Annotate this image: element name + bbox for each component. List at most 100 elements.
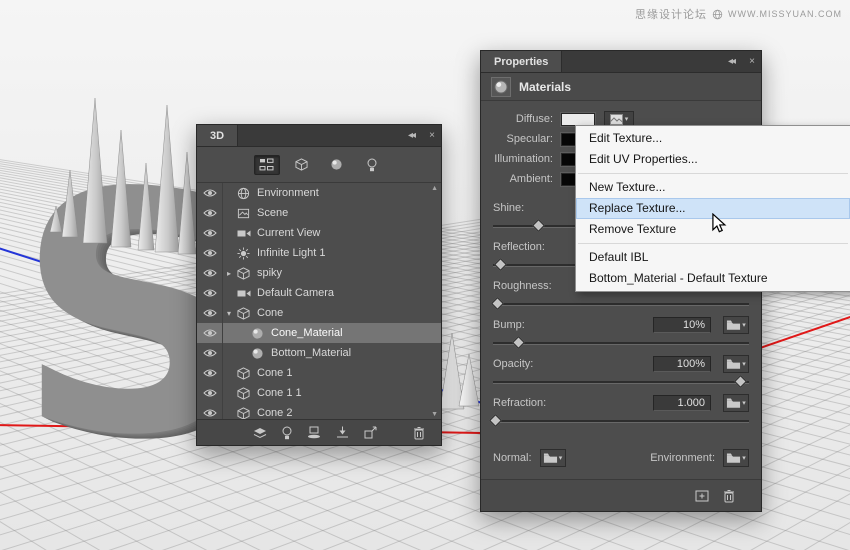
environment-texture-button[interactable]: ▾ xyxy=(723,449,749,467)
ground-shadow-icon[interactable] xyxy=(307,426,321,439)
visibility-eye-icon[interactable] xyxy=(197,183,223,203)
delete-icon[interactable] xyxy=(723,489,735,503)
3d-filter-bar xyxy=(197,147,441,183)
visibility-eye-icon[interactable] xyxy=(197,243,223,263)
slider-thumb[interactable] xyxy=(511,336,525,349)
merge-down-icon[interactable] xyxy=(336,426,349,439)
visibility-eye-icon[interactable] xyxy=(197,283,223,303)
slider-track[interactable] xyxy=(493,375,749,388)
3d-panel-tabstrip: 3D ◂◂ × xyxy=(197,125,441,147)
lights-filter-icon[interactable] xyxy=(359,155,385,175)
menu-item-new-texture[interactable]: New Texture... xyxy=(576,177,850,198)
materials-filter-icon[interactable] xyxy=(324,155,350,175)
slider-label: Roughness: xyxy=(493,280,552,292)
watermark-url: WWW.MISSYUAN.COM xyxy=(728,9,842,19)
value-field[interactable]: 10% xyxy=(653,317,711,333)
visibility-eye-icon[interactable] xyxy=(197,203,223,223)
mesh-icon xyxy=(235,366,252,380)
visibility-eye-icon[interactable] xyxy=(197,363,223,383)
slider-thumb[interactable] xyxy=(532,219,545,232)
close-panel-icon[interactable]: × xyxy=(421,125,441,146)
tab-properties[interactable]: Properties xyxy=(481,51,563,72)
color-swatch[interactable] xyxy=(561,112,595,126)
meshes-filter-icon[interactable] xyxy=(289,155,315,175)
layer-label: Cone_Material xyxy=(271,327,343,339)
close-panel-icon[interactable]: × xyxy=(741,51,761,72)
caret-down-icon: ▾ xyxy=(558,455,563,462)
stack-icon[interactable] xyxy=(253,427,267,439)
new-material-icon[interactable] xyxy=(695,490,709,502)
visibility-eye-icon[interactable] xyxy=(197,263,223,283)
lightbulb-icon[interactable] xyxy=(282,426,292,440)
3d-layer-row-current-view[interactable]: Current View xyxy=(197,223,441,243)
3d-layer-row-infinite-light-1[interactable]: Infinite Light 1 xyxy=(197,243,441,263)
environment-label: Environment: xyxy=(650,452,715,464)
slider-track[interactable] xyxy=(493,336,749,349)
3d-layer-row-environment[interactable]: Environment xyxy=(197,183,441,203)
3d-panel-footer xyxy=(197,419,441,445)
3d-panel: 3D ◂◂ × ▲ ▼ Environment Scene Current View… xyxy=(196,124,442,446)
properties-header: Materials xyxy=(481,73,761,101)
texture-folder-button[interactable]: ▾ xyxy=(723,394,749,412)
3d-layer-list: ▲ ▼ Environment Scene Current View Infinite… xyxy=(197,183,441,421)
scale-icon[interactable] xyxy=(364,426,377,439)
properties-title: Materials xyxy=(519,79,572,94)
slider-thumb[interactable] xyxy=(734,375,748,388)
context-menu: Edit Texture... Edit UV Properties... New … xyxy=(575,125,850,292)
layer-label: Cone 2 xyxy=(257,407,293,419)
light-icon xyxy=(235,246,252,260)
collapse-panel-icon[interactable]: ◂◂ xyxy=(721,51,741,72)
slider-thumb[interactable] xyxy=(491,297,504,310)
visibility-eye-icon[interactable] xyxy=(197,223,223,243)
collapse-panel-icon[interactable]: ◂◂ xyxy=(401,125,421,146)
caret-down-icon: ▾ xyxy=(742,361,746,368)
visibility-eye-icon[interactable] xyxy=(197,303,223,323)
value-field[interactable]: 1.000 xyxy=(653,395,711,411)
disclosure-collapsed-icon[interactable]: ▸ xyxy=(223,269,235,278)
disclosure-expanded-icon[interactable]: ▾ xyxy=(223,309,235,318)
color-row-label: Ambient: xyxy=(509,173,553,185)
slider-row-refraction: Refraction: 1.000 ▾ xyxy=(488,394,749,427)
slider-track[interactable] xyxy=(491,297,749,310)
canvas-viewport[interactable]: S 思缘设计论坛 WWW.MISSYUAN.COM 3D ◂◂ × ▲ ▼ En… xyxy=(0,0,850,550)
3d-layer-row-spiky[interactable]: ▸ spiky xyxy=(197,263,441,283)
value-field[interactable]: 100% xyxy=(653,356,711,372)
3d-layer-row-cone-1-1[interactable]: Cone 1 1 xyxy=(197,383,441,403)
layer-label: spiky xyxy=(257,267,283,279)
3d-layer-row-cone-1[interactable]: Cone 1 xyxy=(197,363,441,383)
menu-item-default-ibl[interactable]: Default IBL xyxy=(576,247,850,268)
normal-texture-button[interactable]: ▾ xyxy=(539,449,566,467)
texture-folder-button[interactable]: ▾ xyxy=(723,355,749,373)
caret-down-icon: ▾ xyxy=(742,455,746,462)
properties-tabstrip: Properties ◂◂ × xyxy=(481,51,761,73)
menu-item-edit-uv-properties[interactable]: Edit UV Properties... xyxy=(576,149,850,170)
visibility-eye-icon[interactable] xyxy=(197,343,223,363)
3d-layer-row-cone[interactable]: ▾ Cone xyxy=(197,303,441,323)
tab-3d[interactable]: 3D xyxy=(197,125,239,146)
slider-track[interactable] xyxy=(488,414,749,427)
delete-icon[interactable] xyxy=(413,426,425,440)
texture-folder-button[interactable]: ▾ xyxy=(723,316,749,334)
caret-down-icon: ▾ xyxy=(742,400,746,407)
scroll-up-icon[interactable]: ▲ xyxy=(431,185,438,193)
layer-label: Infinite Light 1 xyxy=(257,247,326,259)
3d-layer-row-default-camera[interactable]: Default Camera xyxy=(197,283,441,303)
scroll-down-icon[interactable]: ▼ xyxy=(431,411,438,419)
visibility-eye-icon[interactable] xyxy=(197,383,223,403)
properties-footer xyxy=(481,479,761,511)
3d-layer-row-scene[interactable]: Scene xyxy=(197,203,441,223)
3d-layer-row-cone-material[interactable]: Cone_Material xyxy=(197,323,441,343)
material-icon xyxy=(249,347,266,360)
scene-filter-icon[interactable] xyxy=(253,154,280,175)
slider-thumb[interactable] xyxy=(488,414,502,427)
globe-icon xyxy=(712,9,723,19)
slider-thumb[interactable] xyxy=(493,258,507,271)
normal-label: Normal: xyxy=(493,452,532,464)
slider-label: Opacity: xyxy=(493,358,534,370)
menu-item-bottom-material-default-texture[interactable]: Bottom_Material - Default Texture xyxy=(576,268,850,289)
watermark-site-name: 思缘设计论坛 xyxy=(635,9,707,21)
menu-item-edit-texture[interactable]: Edit Texture... xyxy=(576,128,850,149)
visibility-eye-icon[interactable] xyxy=(197,323,223,343)
3d-layer-row-bottom-material[interactable]: Bottom_Material xyxy=(197,343,441,363)
mesh-icon xyxy=(235,306,252,320)
